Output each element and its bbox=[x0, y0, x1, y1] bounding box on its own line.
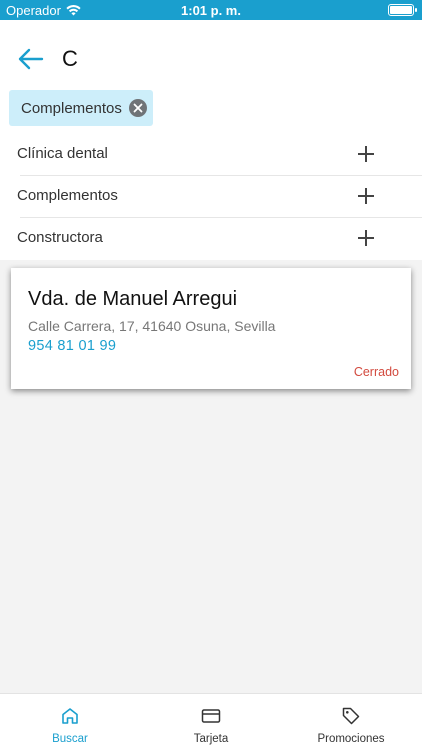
suggestion-item[interactable]: Clínica dental bbox=[0, 133, 422, 175]
tag-icon bbox=[342, 707, 360, 725]
suggestion-item[interactable]: Constructora bbox=[0, 217, 422, 259]
suggestion-item[interactable]: Complementos bbox=[0, 175, 422, 217]
tab-tarjeta[interactable]: Tarjeta bbox=[141, 694, 281, 750]
suggestion-label: Constructora bbox=[17, 229, 103, 246]
plus-icon[interactable] bbox=[358, 188, 374, 204]
status-bar: Operador 1:01 p. m. bbox=[0, 0, 422, 20]
tab-buscar[interactable]: Buscar bbox=[0, 694, 140, 750]
plus-icon[interactable] bbox=[358, 230, 374, 246]
suggestion-label: Complementos bbox=[17, 187, 118, 204]
result-card[interactable]: Vda. de Manuel Arregui Calle Carrera, 17… bbox=[11, 268, 411, 389]
search-input[interactable] bbox=[62, 44, 392, 74]
plus-icon[interactable] bbox=[358, 146, 374, 162]
filter-chip: Complementos bbox=[9, 90, 153, 126]
back-arrow-icon[interactable] bbox=[18, 48, 44, 70]
tab-label: Buscar bbox=[52, 733, 88, 745]
tab-label: Promociones bbox=[317, 733, 385, 745]
battery-icon bbox=[388, 4, 417, 16]
suggestion-label: Clínica dental bbox=[17, 145, 108, 162]
status-badge: Cerrado bbox=[353, 365, 399, 379]
business-phone[interactable]: 954 81 01 99 bbox=[28, 338, 116, 354]
chip-close-icon[interactable] bbox=[129, 99, 147, 117]
status-time: 1:01 p. m. bbox=[181, 3, 241, 18]
search-panel: Complementos Clínica dental Complementos… bbox=[0, 20, 422, 260]
bottom-tab-bar: Buscar Tarjeta Promociones bbox=[0, 693, 422, 750]
business-address: Calle Carrera, 17, 41640 Osuna, Sevilla bbox=[28, 318, 276, 334]
filter-chip-label: Complementos bbox=[21, 99, 122, 117]
card-icon bbox=[201, 709, 221, 723]
business-name: Vda. de Manuel Arregui bbox=[28, 288, 238, 310]
tab-label: Tarjeta bbox=[193, 733, 229, 745]
home-icon bbox=[62, 708, 78, 724]
tab-promociones[interactable]: Promociones bbox=[281, 694, 421, 750]
